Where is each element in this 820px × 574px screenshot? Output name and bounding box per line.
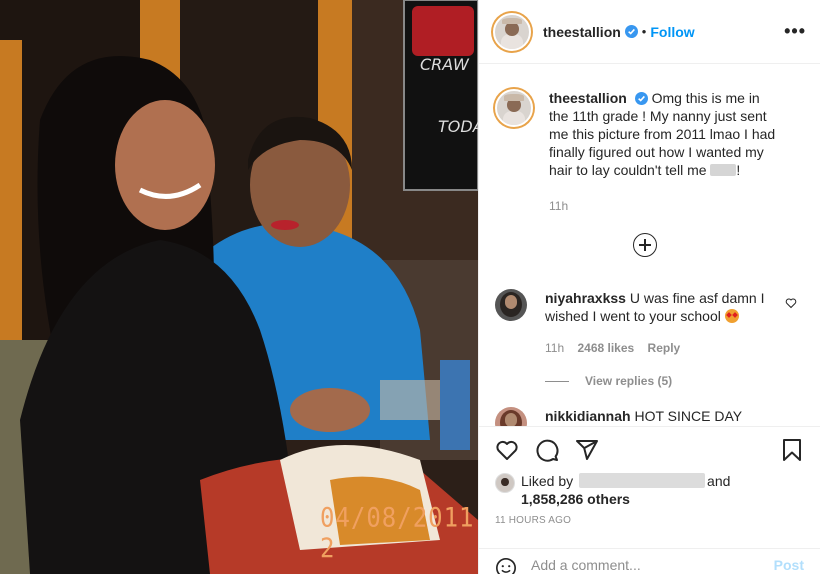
- svg-text:CRAW: CRAW: [420, 55, 470, 74]
- share-icon[interactable]: [575, 438, 599, 462]
- commenter-avatar[interactable]: [495, 407, 527, 426]
- post-details-panel: theestallion • Follow ••• theestallion O…: [478, 0, 820, 574]
- liker-avatar[interactable]: [495, 473, 515, 493]
- reply-button[interactable]: Reply: [648, 341, 681, 355]
- comments-list[interactable]: theestallion Omg this is me in the 11th …: [479, 65, 820, 426]
- comment-likes[interactable]: 2468 likes: [577, 341, 634, 355]
- comment-time: 11h: [545, 341, 565, 355]
- svg-text:TODA: TODA: [438, 117, 478, 136]
- more-options-icon[interactable]: •••: [784, 21, 806, 42]
- comment-text: HOT SINCE DAY: [634, 408, 743, 424]
- likes-summary: Liked by and 1,858,286 others: [495, 472, 804, 508]
- comment-icon[interactable]: [535, 438, 559, 462]
- caption-time: 11h: [549, 199, 569, 213]
- caption-avatar[interactable]: [495, 89, 533, 127]
- liked-by-prefix: Liked by: [521, 473, 574, 489]
- emoji-icon[interactable]: [495, 557, 517, 574]
- author-username[interactable]: theestallion: [543, 24, 621, 40]
- redacted-liker-name: [579, 473, 706, 488]
- caption-username[interactable]: theestallion: [549, 90, 627, 106]
- verified-badge-icon: [624, 25, 638, 38]
- add-circle-icon[interactable]: [633, 233, 657, 257]
- caption: theestallion Omg this is me in the 11th …: [495, 65, 804, 215]
- post-header: theestallion • Follow •••: [479, 0, 820, 64]
- comment-input[interactable]: [531, 557, 751, 573]
- verified-badge-icon: [634, 92, 648, 105]
- separator-dot: •: [641, 24, 647, 39]
- post-actions: Liked by and 1,858,286 others 11 HOURS A…: [479, 426, 820, 526]
- follow-button[interactable]: Follow: [650, 24, 694, 40]
- author-avatar[interactable]: [493, 12, 531, 51]
- replies-line: [545, 380, 569, 382]
- bookmark-icon[interactable]: [780, 438, 804, 462]
- comment-like-heart-icon[interactable]: [785, 297, 797, 309]
- add-comment-bar: Post: [479, 548, 820, 574]
- post-photo: CRAW TODA 04/08/2011 2: [0, 0, 478, 574]
- comment-username[interactable]: nikkidiannah: [545, 408, 631, 424]
- commenter-avatar[interactable]: [495, 289, 527, 321]
- caption-text-end: !: [736, 162, 741, 178]
- comment-meta: 11h 2468 likes Reply: [545, 339, 771, 357]
- star-struck-emoji-icon: [724, 309, 739, 323]
- photo-date-stamp: 04/08/2011 2: [320, 502, 475, 564]
- post-comment-button[interactable]: Post: [774, 557, 804, 573]
- heart-icon[interactable]: [495, 438, 519, 462]
- comment-item: nikkidiannah HOT SINCE DAY: [495, 407, 797, 426]
- comment-item: niyahraxkss U was fine asf damn I wished…: [495, 289, 797, 357]
- view-replies-label: View replies (5): [585, 374, 673, 388]
- liked-by-and: and: [707, 473, 731, 489]
- likes-count[interactable]: 1,858,286 others: [521, 491, 630, 507]
- view-replies-button[interactable]: View replies (5): [545, 374, 672, 388]
- comment-username[interactable]: niyahraxkss: [545, 290, 626, 306]
- redacted-word: [710, 164, 737, 176]
- post-timestamp[interactable]: 11 HOURS AGO: [495, 515, 804, 526]
